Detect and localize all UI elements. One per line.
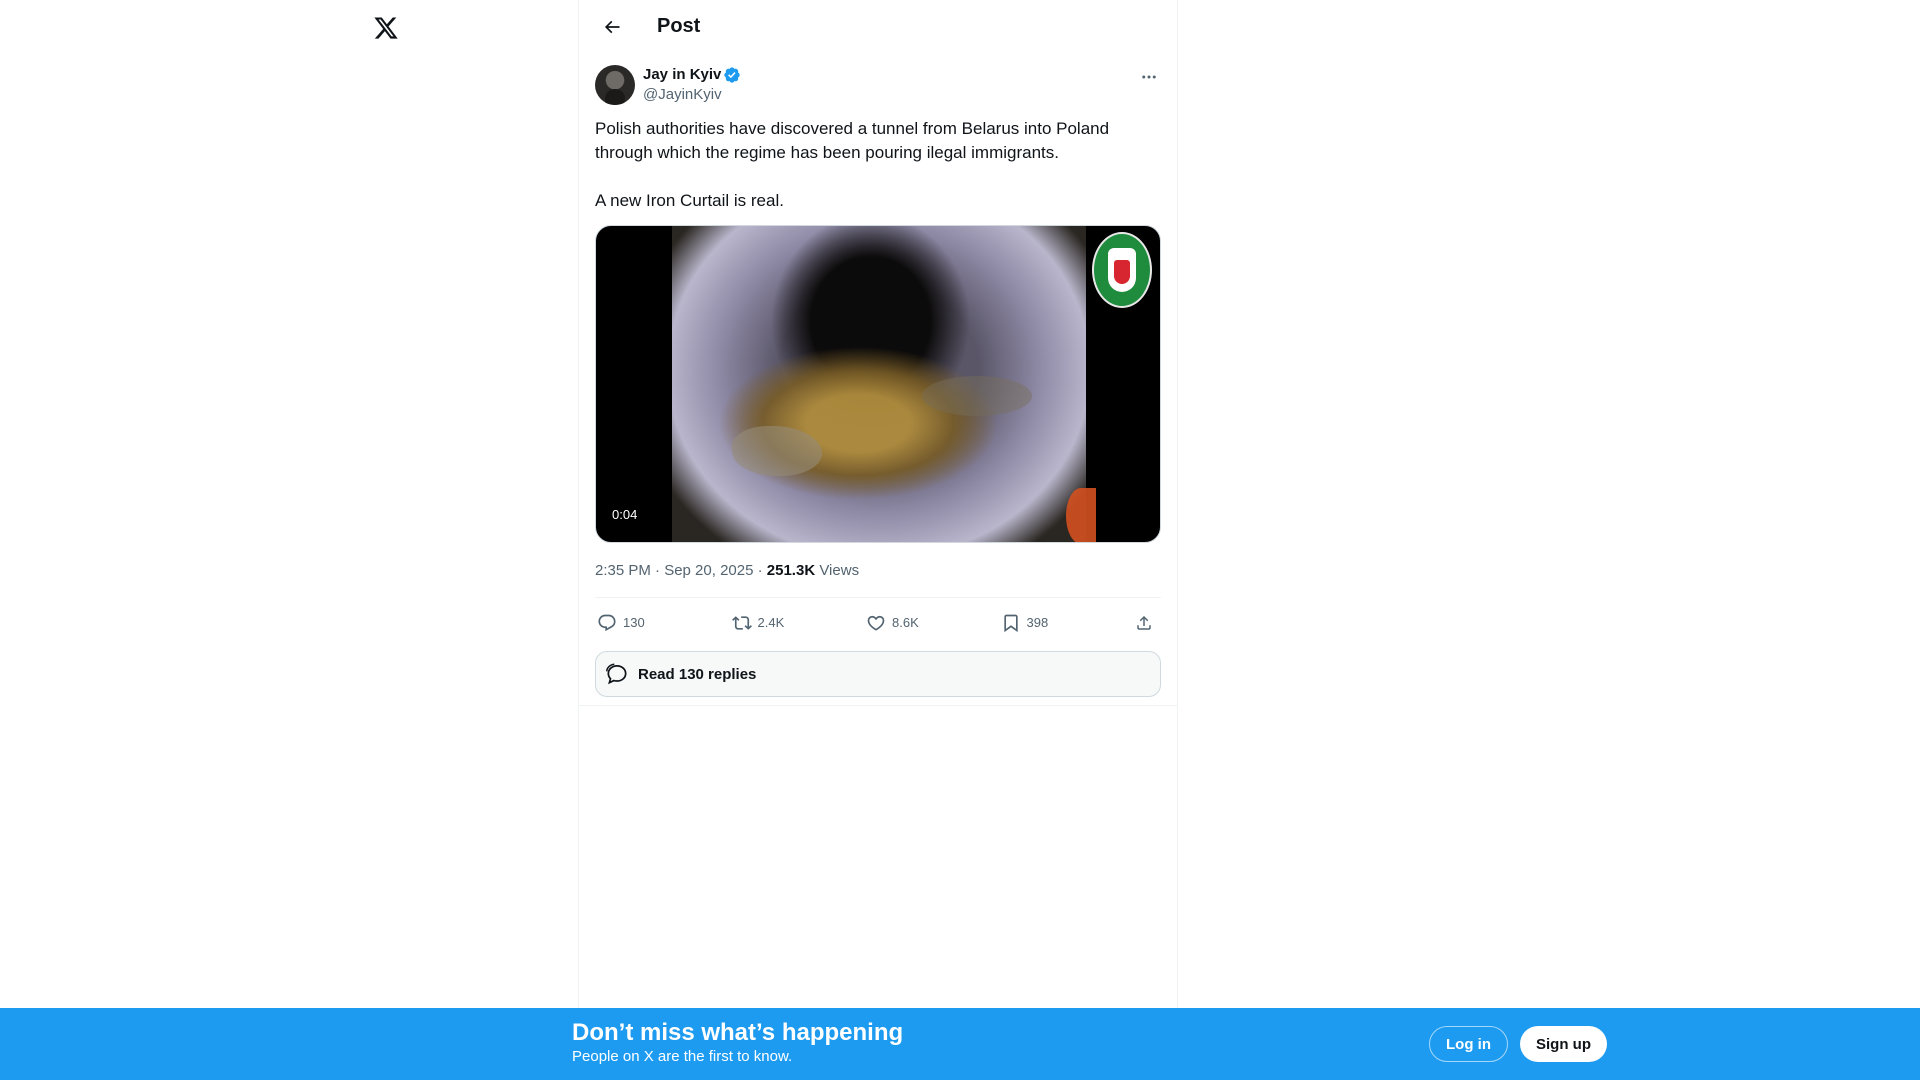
reply-button[interactable]: 130 (597, 613, 707, 633)
repost-count: 2.4K (757, 615, 785, 630)
arrow-left-icon (604, 20, 620, 33)
post-meta: 2:35 PM · Sep 20, 2025 · 251.3K Views (595, 561, 1161, 581)
main-column: Post Jay in Kyiv @JayinKyiv Polish autho… (578, 0, 1178, 1080)
signup-button[interactable]: Sign up (1520, 1026, 1607, 1062)
bookmark-icon (1003, 614, 1018, 632)
views-label: Views (815, 562, 860, 579)
border-guard-emblem-icon (1092, 232, 1152, 308)
video-thumbnail-detail (1066, 488, 1096, 542)
author-info: Jay in Kyiv @JayinKyiv (643, 65, 741, 104)
bookmark-button[interactable]: 398 (1001, 613, 1111, 633)
banner-title: Don’t miss what’s happening (572, 1019, 904, 1046)
video-thumbnail (672, 226, 1086, 542)
verified-badge-icon (724, 67, 741, 83)
repost-icon (731, 615, 752, 630)
banner-text: Don’t miss what’s happening People on X … (572, 1019, 903, 1067)
speech-bubble-icon (605, 663, 627, 685)
reply-icon (598, 614, 616, 631)
video-duration: 0:04 (608, 506, 642, 523)
action-bar: 130 2.4K 8.6K 398 (595, 597, 1161, 647)
back-button[interactable] (595, 10, 629, 44)
repost-button[interactable]: 2.4K (731, 613, 842, 633)
post-text: Polish authorities have discovered a tun… (595, 119, 1110, 210)
page-title: Post (657, 15, 701, 37)
reply-count: 130 (623, 615, 645, 630)
signup-banner: Don’t miss what’s happening People on X … (0, 1008, 1920, 1080)
page: Post Jay in Kyiv @JayinKyiv Polish autho… (0, 0, 1920, 1080)
share-button[interactable] (1135, 613, 1159, 633)
banner-actions: Log in Sign up (1429, 1026, 1607, 1062)
like-count: 8.6K (892, 615, 919, 630)
heart-icon (867, 615, 885, 631)
read-replies-button[interactable]: Read 130 replies (595, 651, 1161, 697)
like-button[interactable]: 8.6K (866, 613, 976, 633)
more-options-button[interactable] (1137, 65, 1161, 89)
post: Jay in Kyiv @JayinKyiv Polish authoritie… (579, 53, 1177, 706)
author-name-line: Jay in Kyiv (643, 65, 741, 85)
banner-subtitle: People on X are the first to know. (572, 1048, 793, 1065)
read-replies-label: Read 130 replies (638, 665, 757, 683)
views-count: 251.3K (766, 562, 816, 579)
share-icon (1137, 615, 1151, 630)
author-row: Jay in Kyiv @JayinKyiv (595, 65, 1161, 105)
page-header: Post (579, 0, 1177, 53)
author-handle[interactable]: @JayinKyiv (643, 85, 741, 104)
avatar[interactable] (595, 65, 635, 105)
author-name[interactable]: Jay in Kyiv (643, 65, 721, 85)
video-player[interactable]: 0:04 (595, 225, 1161, 543)
post-divider (579, 705, 1177, 706)
login-button[interactable]: Log in (1429, 1026, 1508, 1062)
more-horizontal-icon (1142, 75, 1156, 79)
bookmark-count: 398 (1026, 615, 1049, 630)
post-timestamp[interactable]: 2:35 PM · Sep 20, 2025 · (595, 562, 767, 579)
x-logo-icon[interactable] (372, 14, 400, 42)
